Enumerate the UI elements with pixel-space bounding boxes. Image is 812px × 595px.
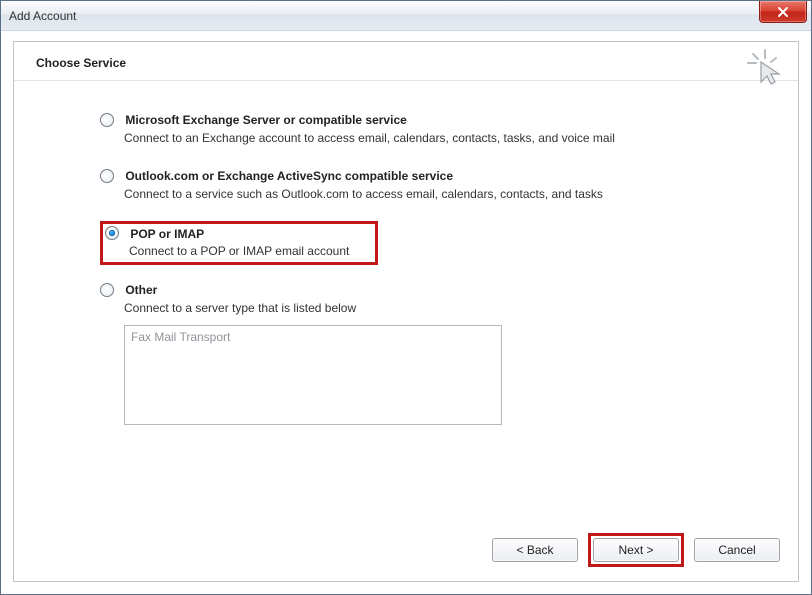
titlebar: Add Account — [1, 1, 811, 31]
page-title: Choose Service — [36, 56, 780, 70]
option-label: POP or IMAP — [130, 226, 204, 240]
wizard-client-area: Choose Service Microsoft Exchange Server… — [13, 41, 799, 582]
next-button[interactable]: Next > — [593, 538, 679, 562]
wizard-footer: < Back Next > Cancel — [492, 533, 780, 567]
radio-icon — [105, 226, 119, 240]
button-label: Next > — [618, 543, 653, 557]
option-pop-imap[interactable]: POP or IMAP Connect to a POP or IMAP ema… — [100, 221, 378, 266]
option-description: Connect to an Exchange account to access… — [124, 131, 734, 145]
close-icon — [776, 6, 790, 18]
radio-icon — [100, 113, 114, 127]
radio-icon — [100, 283, 114, 297]
back-button[interactable]: < Back — [492, 538, 578, 562]
window-title: Add Account — [9, 9, 76, 23]
option-exchange[interactable]: Microsoft Exchange Server or compatible … — [100, 109, 738, 151]
option-description: Connect to a server type that is listed … — [124, 301, 734, 315]
radio-icon — [100, 169, 114, 183]
wizard-header: Choose Service — [14, 42, 798, 80]
cursor-sparkle-icon — [746, 48, 784, 86]
option-label: Outlook.com or Exchange ActiveSync compa… — [125, 169, 453, 183]
option-description: Connect to a service such as Outlook.com… — [124, 187, 734, 201]
option-other[interactable]: Other Connect to a server type that is l… — [100, 279, 738, 431]
button-label: Cancel — [718, 543, 755, 557]
service-options: Microsoft Exchange Server or compatible … — [14, 81, 798, 431]
option-description: Connect to a POP or IMAP email account — [129, 244, 369, 258]
option-label: Microsoft Exchange Server or compatible … — [125, 113, 406, 127]
cancel-button[interactable]: Cancel — [694, 538, 780, 562]
next-button-highlight: Next > — [588, 533, 684, 567]
button-label: < Back — [516, 543, 553, 557]
other-server-listbox[interactable]: Fax Mail Transport — [124, 325, 502, 425]
option-label: Other — [125, 283, 157, 297]
option-activesync[interactable]: Outlook.com or Exchange ActiveSync compa… — [100, 165, 738, 207]
list-item[interactable]: Fax Mail Transport — [131, 330, 495, 344]
add-account-window: Add Account Choose Service — [0, 0, 812, 595]
close-button[interactable] — [759, 1, 807, 23]
